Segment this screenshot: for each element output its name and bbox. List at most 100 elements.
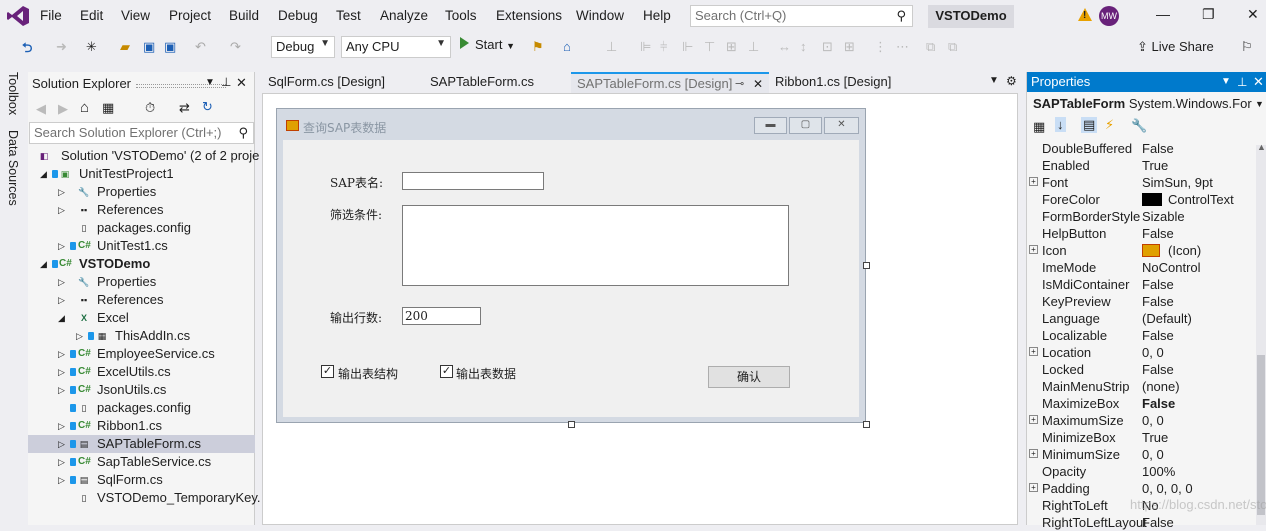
properties-scrollbar[interactable] (1256, 145, 1266, 525)
close-pane-icon[interactable]: ✕ (236, 75, 247, 91)
confirm-button[interactable]: 确认 (708, 366, 790, 388)
property-row[interactable]: Localizable False (1027, 327, 1259, 344)
pin-icon[interactable]: ⊥ (1237, 72, 1247, 92)
gear-icon[interactable]: ⚙ (1006, 74, 1017, 88)
align-icon[interactable]: ⊥ (606, 39, 617, 55)
expand-icon[interactable]: + (1029, 347, 1038, 356)
tree-item[interactable]: ▷ C# ExcelUtils.cs (28, 363, 255, 381)
same-width-icon[interactable]: ↔ (778, 39, 791, 54)
collapse-icon[interactable]: ▷ (58, 201, 65, 219)
property-pages-icon[interactable]: 🔧 (1131, 118, 1147, 134)
pane-menu-icon[interactable]: ▼ (1221, 72, 1231, 92)
collapse-icon[interactable]: ▷ (58, 453, 65, 471)
collapse-icon[interactable]: ▷ (58, 345, 65, 363)
tree-item[interactable]: ▷ ▦ ThisAddIn.cs (28, 327, 255, 345)
feedback-icon[interactable]: ⚐ (1241, 39, 1253, 55)
tree-item[interactable]: ▷ C# UnitTest1.cs (28, 237, 255, 255)
property-row[interactable]: FormBorderStyle Sizable (1027, 208, 1259, 225)
property-row[interactable]: + MaximumSize 0, 0 (1027, 412, 1259, 429)
solution-name-badge[interactable]: VSTODemo (928, 5, 1014, 28)
open-folder-icon[interactable]: ▰ (120, 39, 130, 55)
structure-checkbox[interactable]: ✓ (321, 365, 334, 378)
back-icon[interactable]: ◀ (36, 101, 46, 117)
resize-handle-bottom[interactable] (568, 421, 575, 428)
attach-icon[interactable]: ⚑ (532, 39, 544, 55)
align-left-icon[interactable]: ⊫ (640, 39, 651, 55)
collapse-icon[interactable]: ▷ (58, 417, 65, 435)
config-select[interactable]: Debug ▼ (271, 36, 335, 58)
rows-input[interactable]: 200 (402, 307, 481, 325)
align-bottom-icon[interactable]: ⊥ (748, 39, 759, 55)
collapse-icon[interactable]: ▷ (58, 471, 65, 489)
vspacing-icon[interactable]: ⋯ (896, 39, 909, 55)
expand-icon[interactable]: + (1029, 483, 1038, 492)
alphabetical-icon[interactable]: ↓ (1055, 117, 1066, 132)
expand-icon[interactable]: ◢ (40, 165, 47, 183)
property-row[interactable]: + Location 0, 0 (1027, 344, 1259, 361)
tree-project-vstodemo[interactable]: ◢ C# VSTODemo (28, 255, 255, 273)
tab-ribbon-design[interactable]: Ribbon1.cs [Design] (769, 72, 909, 94)
pin-icon[interactable]: ⊥ (221, 75, 231, 89)
restore-icon[interactable]: ❐ (1202, 6, 1215, 23)
close-pane-icon[interactable]: ✕ (1253, 72, 1264, 92)
scroll-up-icon[interactable]: ▲ (1257, 142, 1266, 152)
menu-file[interactable]: File (40, 8, 62, 23)
property-row[interactable]: Language (Default) (1027, 310, 1259, 327)
resize-handle-right[interactable] (863, 262, 870, 269)
redo-icon[interactable]: ↷ (230, 39, 241, 55)
pin-icon[interactable]: ⊸ (735, 74, 744, 94)
categorized-icon[interactable]: ▦ (1033, 119, 1045, 135)
pane-menu-icon[interactable]: ▼ (205, 77, 215, 88)
property-row[interactable]: Locked False (1027, 361, 1259, 378)
property-row[interactable]: ForeColor ControlText (1027, 191, 1259, 208)
property-row[interactable]: MaximizeBox False (1027, 395, 1259, 412)
menu-build[interactable]: Build (229, 8, 259, 23)
bring-front-icon[interactable]: ⧉ (926, 39, 935, 55)
tree-item[interactable]: ▷ ▪▪ References (28, 201, 255, 219)
data-checkbox[interactable]: ✓ (440, 365, 453, 378)
sync-icon[interactable]: ⇄ (179, 100, 190, 116)
tree-item[interactable]: ▷ 🔧 Properties (28, 273, 255, 291)
menu-project[interactable]: Project (169, 8, 211, 23)
same-size-icon[interactable]: ⊡ (822, 39, 833, 55)
collapse-icon[interactable]: ▷ (58, 273, 65, 291)
tab-list-icon[interactable]: ▼ (989, 75, 999, 86)
minimize-icon[interactable]: — (1156, 6, 1170, 22)
menu-edit[interactable]: Edit (80, 8, 103, 23)
save-icon[interactable]: ▣ (143, 39, 155, 55)
forward-icon[interactable]: ▶ (58, 101, 68, 117)
send-back-icon[interactable]: ⧉ (948, 39, 957, 55)
property-row[interactable]: KeyPreview False (1027, 293, 1259, 310)
switch-views-icon[interactable]: ▦ (102, 100, 114, 116)
align-top-icon[interactable]: ⊤ (704, 39, 715, 55)
resize-handle-corner[interactable] (863, 421, 870, 428)
save-all-icon[interactable]: ▣ (164, 39, 176, 55)
new-project-icon[interactable]: ✳ (86, 39, 97, 55)
back-icon[interactable]: ⮌ (22, 39, 32, 61)
same-height-icon[interactable]: ↕ (800, 39, 807, 54)
expand-icon[interactable]: + (1029, 177, 1038, 186)
start-button[interactable]: Start ▼ (460, 37, 515, 52)
undo-icon[interactable]: ↶ (195, 39, 206, 55)
tree-item[interactable]: ▷ 🔧 Properties (28, 183, 255, 201)
property-row[interactable]: MainMenuStrip (none) (1027, 378, 1259, 395)
expand-icon[interactable]: + (1029, 245, 1038, 254)
pending-changes-icon[interactable]: ⏱ (145, 100, 155, 116)
tab-saptableform-design[interactable]: SAPTableForm.cs [Design] ⊸ ✕ (571, 72, 769, 94)
tree-item[interactable]: ◢ X Excel (28, 309, 255, 327)
events-icon[interactable]: ⚡ (1105, 117, 1114, 133)
menu-view[interactable]: View (121, 8, 150, 23)
tree-item[interactable]: ▯ packages.config (28, 219, 255, 237)
object-selector[interactable]: SAPTableForm System.Windows.For ▼ (1027, 94, 1266, 114)
collapse-icon[interactable]: ▷ (58, 237, 65, 255)
form-minimize-button[interactable]: ▬ (754, 117, 787, 134)
property-row[interactable]: ImeMode NoControl (1027, 259, 1259, 276)
solution-search-input[interactable]: Search Solution Explorer (Ctrl+;) ⚲ (29, 122, 254, 144)
tree-item-selected[interactable]: ▷ ▤ SAPTableForm.cs (28, 435, 255, 453)
expand-icon[interactable]: + (1029, 449, 1038, 458)
collapse-icon[interactable]: ▷ (58, 435, 65, 453)
tree-project-unittest[interactable]: ◢ ▣ UnitTestProject1 (28, 165, 255, 183)
collapse-icon[interactable]: ▷ (58, 363, 65, 381)
designer-layout-icon[interactable]: ⌂ (563, 39, 571, 54)
property-row[interactable]: + Font SimSun, 9pt (1027, 174, 1259, 191)
